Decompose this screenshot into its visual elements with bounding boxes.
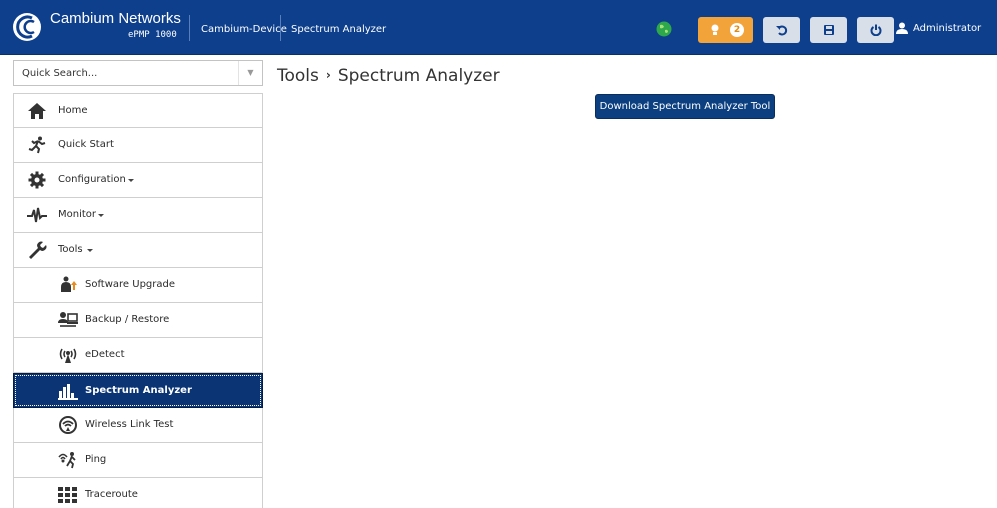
save-icon [823, 25, 834, 35]
undo-icon [775, 25, 787, 36]
user-name: Administrator [913, 23, 982, 34]
header-divider [280, 15, 281, 41]
sidebar-item-label: Quick Start [58, 139, 114, 150]
chevron-down-icon [128, 179, 134, 182]
device-name: Cambium-Device [201, 24, 287, 35]
sidebar-item-label: Spectrum Analyzer [85, 385, 192, 396]
power-icon [870, 24, 881, 36]
header-divider [189, 15, 190, 41]
download-spectrum-analyzer-tool-button[interactable]: Download Spectrum Analyzer Tool [595, 94, 775, 119]
sidebar-item-label: Configuration [58, 174, 126, 185]
user-menu[interactable]: Administrator [896, 22, 982, 34]
quick-search-input[interactable] [14, 61, 239, 85]
top-bar: Cambium Networks ePMP 1000 Cambium-Devic… [0, 0, 997, 55]
brand-logo-link[interactable]: Cambium Networks ePMP 1000 [10, 9, 190, 49]
current-page-label: Spectrum Analyzer [291, 24, 387, 35]
sidebar-item-label: Monitor [58, 209, 97, 220]
user-icon [896, 22, 908, 34]
sidebar-item-label: Home [58, 105, 88, 116]
brand-name: Cambium Networks [50, 10, 181, 27]
wrench-icon [29, 241, 47, 259]
sidebar-item-label: Tools [58, 244, 83, 255]
bar-chart-icon [58, 384, 78, 400]
sidebar-item-edetect[interactable]: eDetect [13, 338, 263, 373]
sidebar-item-configuration[interactable]: Configuration [13, 163, 263, 198]
sidebar-item-software-upgrade[interactable]: Software Upgrade [13, 268, 263, 303]
sidebar-item-label: Wireless Link Test [85, 419, 174, 430]
sidebar-item-label: Ping [85, 454, 107, 465]
cambium-logo-icon [13, 13, 41, 41]
search-dropdown-icon[interactable]: ▼ [238, 61, 262, 85]
undo-button[interactable] [763, 17, 800, 43]
sidebar-item-label: Traceroute [85, 489, 138, 500]
sidebar-item-tools[interactable]: Tools [13, 233, 263, 268]
sidebar-item-backup-restore[interactable]: Backup / Restore [13, 303, 263, 338]
reboot-button[interactable] [857, 17, 894, 43]
page-title: Tools › Spectrum Analyzer [277, 66, 500, 86]
chevron-down-icon [98, 214, 104, 217]
save-button[interactable] [810, 17, 847, 43]
breadcrumb-parent: Tools [277, 66, 319, 86]
sidebar-item-traceroute[interactable]: Traceroute [13, 478, 263, 508]
alerts-button[interactable]: 2 [698, 17, 753, 43]
sidebar-nav: Home Quick Start Configuration Monitor T… [13, 93, 263, 508]
traceroute-icon [58, 487, 77, 503]
lightbulb-icon [711, 24, 719, 35]
sidebar-item-wireless-link-test[interactable]: Wireless Link Test [13, 408, 263, 443]
chevron-down-icon [87, 249, 93, 252]
signal-icon [59, 416, 77, 434]
antenna-icon [59, 348, 77, 363]
sidebar-item-ping[interactable]: Ping [13, 443, 263, 478]
breadcrumb-current: Spectrum Analyzer [337, 66, 500, 86]
sidebar-item-spectrum-analyzer[interactable]: Spectrum Analyzer [13, 373, 263, 408]
globe-icon[interactable] [656, 21, 672, 37]
sidebar-item-label: Backup / Restore [85, 314, 170, 325]
gear-icon [28, 171, 46, 189]
running-man-icon [28, 136, 46, 154]
sidebar-item-home[interactable]: Home [13, 93, 263, 128]
sidebar-item-label: Software Upgrade [85, 279, 176, 290]
breadcrumb-separator: › [325, 68, 331, 82]
sidebar-item-quick-start[interactable]: Quick Start [13, 128, 263, 163]
ping-icon [58, 452, 76, 469]
upgrade-icon [61, 276, 77, 292]
pulse-icon [27, 207, 47, 223]
sidebar-item-monitor[interactable]: Monitor [13, 198, 263, 233]
sidebar-item-label: eDetect [85, 349, 125, 360]
brand-model: ePMP 1000 [128, 30, 177, 40]
backup-icon [58, 312, 78, 327]
home-icon [28, 103, 46, 119]
quick-search-box: ▼ [13, 60, 263, 86]
alerts-count-badge: 2 [730, 23, 744, 37]
